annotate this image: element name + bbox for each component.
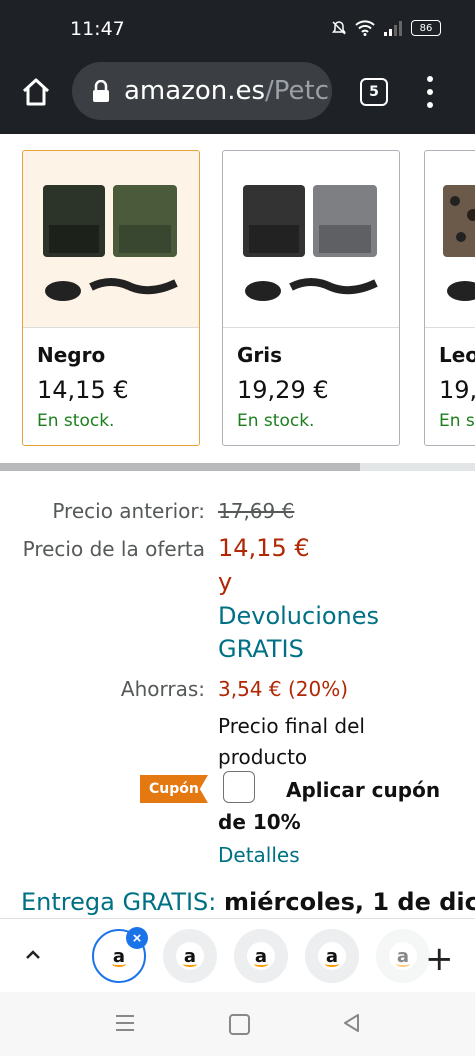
- wifi-icon: [355, 20, 375, 36]
- amazon-favicon-icon: a: [247, 942, 275, 970]
- product-image: [223, 151, 399, 328]
- system-nav-bar: [0, 992, 475, 1056]
- url-host: amazon.es: [124, 76, 266, 106]
- tab-amazon[interactable]: a: [234, 929, 288, 983]
- url-path: /Petc: [265, 76, 330, 106]
- variant-price: 19,: [439, 376, 475, 404]
- new-tab-icon[interactable]: +: [425, 939, 454, 979]
- apply-coupon-line2[interactable]: de 10%: [218, 810, 301, 834]
- variant-price: 14,15 €: [37, 376, 129, 404]
- free-delivery-label[interactable]: Entrega GRATIS:: [21, 888, 216, 916]
- close-tab-icon[interactable]: ×: [126, 927, 148, 949]
- savings-label: Ahorras:: [120, 677, 205, 701]
- savings-value: 3,54 € (20%): [218, 677, 349, 701]
- more-menu-icon[interactable]: [425, 76, 435, 108]
- battery-icon: 86: [411, 20, 441, 36]
- amazon-favicon-icon: a: [389, 942, 417, 970]
- delivery-line: Entrega GRATIS: miércoles, 1 de dic.: [21, 888, 475, 916]
- product-image: [425, 151, 475, 328]
- variant-card-negro[interactable]: Negro 14,15 € En stock.: [22, 150, 200, 446]
- status-icons: 86: [331, 20, 441, 36]
- tab-strip: a × a a a a +: [0, 918, 475, 993]
- recent-apps-icon[interactable]: [116, 1015, 134, 1031]
- apply-coupon-checkbox[interactable]: [223, 771, 255, 803]
- signal-icon: [384, 21, 402, 36]
- coupon-badge: Cupón: [140, 775, 208, 803]
- variant-price: 19,29 €: [237, 376, 329, 404]
- variant-name: Gris: [237, 343, 283, 367]
- tab-amazon-partial[interactable]: a: [376, 929, 430, 983]
- back-icon[interactable]: [342, 1013, 360, 1033]
- previous-price-value: 17,69 €: [218, 499, 295, 523]
- final-price-line1: Precio final del: [218, 714, 365, 738]
- free-returns-link[interactable]: Devoluciones GRATIS: [218, 600, 379, 666]
- previous-price-label: Precio anterior:: [52, 499, 205, 523]
- browser-toolbar: amazon.es/Petc 5: [0, 56, 475, 134]
- tab-amazon[interactable]: a: [305, 929, 359, 983]
- deal-price-label: Precio de la oferta: [22, 537, 205, 561]
- carousel-scrollbar[interactable]: [0, 463, 475, 471]
- variant-carousel[interactable]: Negro 14,15 € En stock. Gris 19,29 € En …: [0, 134, 475, 464]
- and-text: y: [218, 568, 233, 596]
- free-returns-line1: Devoluciones: [218, 602, 380, 630]
- variant-card-leopard[interactable]: Leo 19, En st: [424, 150, 475, 446]
- variant-card-gris[interactable]: Gris 19,29 € En stock.: [222, 150, 400, 446]
- coupon-details-link[interactable]: Detalles: [218, 843, 300, 867]
- scrollbar-thumb[interactable]: [0, 463, 360, 471]
- clock: 11:47: [70, 18, 125, 40]
- free-returns-line2: GRATIS: [218, 635, 304, 663]
- url-text: amazon.es/Petc: [124, 76, 329, 106]
- variant-stock: En st: [439, 411, 475, 431]
- mute-bell-icon: [332, 21, 346, 35]
- chevron-up-icon[interactable]: [25, 947, 41, 963]
- apply-coupon-line1[interactable]: Aplicar cupón: [286, 778, 440, 802]
- status-bar: 11:47 86: [0, 0, 475, 56]
- deal-price-value: 14,15 €: [218, 534, 310, 562]
- home-nav-icon[interactable]: [229, 1014, 250, 1035]
- amazon-favicon-icon: a: [176, 942, 204, 970]
- amazon-favicon-icon: a: [318, 942, 346, 970]
- final-price-line2: producto: [218, 745, 308, 769]
- lock-icon: [93, 80, 109, 102]
- variant-stock: En stock.: [37, 411, 115, 431]
- tab-switcher-button[interactable]: 5: [360, 78, 388, 106]
- final-price-note: Precio final del producto: [218, 711, 365, 773]
- product-image: [23, 151, 199, 328]
- tab-amazon[interactable]: a: [163, 929, 217, 983]
- home-icon[interactable]: [20, 76, 52, 108]
- variant-name: Leo: [439, 343, 475, 367]
- variant-name: Negro: [37, 343, 106, 367]
- delivery-date: miércoles, 1 de dic.: [224, 888, 475, 916]
- address-bar[interactable]: amazon.es/Petc: [72, 62, 332, 120]
- variant-stock: En stock.: [237, 411, 315, 431]
